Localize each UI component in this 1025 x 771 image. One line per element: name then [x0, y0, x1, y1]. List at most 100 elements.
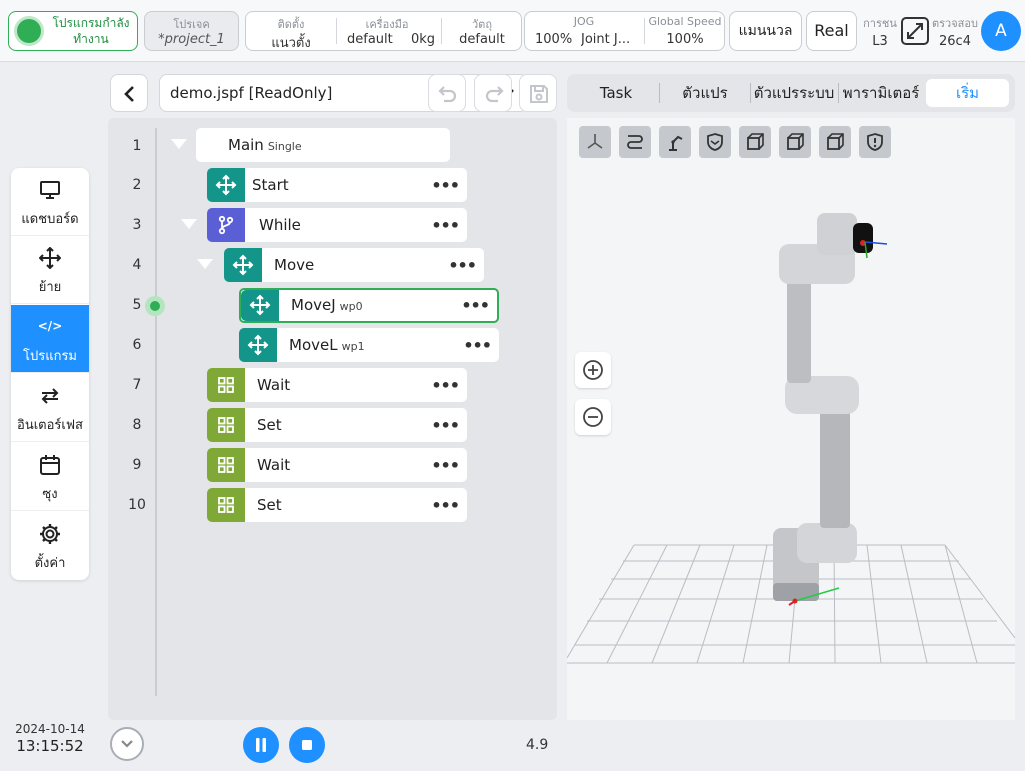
- program-toolbar: demo.jspf [ReadOnly]: [108, 72, 557, 114]
- more-options-icon[interactable]: •••: [431, 496, 460, 515]
- code-icon: </>: [37, 319, 63, 333]
- sidebar-item-label: ย้าย: [38, 280, 62, 295]
- tree-node-set[interactable]: Set •••: [207, 408, 467, 442]
- more-options-icon[interactable]: •••: [431, 416, 460, 435]
- more-options-icon[interactable]: •••: [431, 376, 460, 395]
- more-options-icon[interactable]: •••: [431, 456, 460, 475]
- swap-icon: [41, 388, 59, 404]
- installation-info[interactable]: ติดตั้ง แนวตั้ง: [246, 12, 336, 51]
- more-options-icon[interactable]: •••: [431, 216, 460, 235]
- tree-node-while[interactable]: While •••: [207, 208, 467, 242]
- checksum-label: ตรวจสอบ: [932, 17, 978, 30]
- robot-arm: [773, 213, 888, 606]
- node-title: While: [259, 216, 301, 234]
- scroll-down-button[interactable]: [110, 727, 144, 761]
- tree-node-move[interactable]: Move •••: [224, 248, 484, 282]
- stop-icon: [302, 740, 312, 750]
- collapse-caret-icon[interactable]: [197, 259, 213, 269]
- tab-system-variables[interactable]: ตัวแปรระบบ: [751, 79, 837, 107]
- real-mode-button[interactable]: Real: [806, 11, 857, 51]
- node-title: Wait: [257, 456, 291, 474]
- project-label: โปรเจค: [173, 18, 210, 31]
- grid-icon: [218, 497, 234, 513]
- more-options-icon[interactable]: •••: [463, 336, 492, 355]
- line-number: 8: [132, 417, 142, 433]
- tree-node-wait[interactable]: Wait •••: [207, 448, 467, 482]
- back-button[interactable]: [110, 74, 148, 112]
- collision-level[interactable]: การชน L3: [862, 14, 898, 49]
- expand-icon[interactable]: [901, 17, 929, 45]
- divider: [659, 83, 660, 103]
- project-selector[interactable]: โปรเจค *project_1: [144, 11, 239, 51]
- gear-icon: [40, 524, 60, 544]
- manual-mode-button[interactable]: แมนนวล: [729, 11, 802, 51]
- robot-3d-viewport[interactable]: [567, 118, 1015, 720]
- line-number: 6: [132, 337, 142, 353]
- collapse-caret-icon[interactable]: [181, 219, 197, 229]
- jog-info[interactable]: JOG 100% Joint J...: [525, 12, 643, 50]
- grid-icon: [218, 457, 234, 473]
- sidebar-item-move[interactable]: ย้าย: [11, 236, 89, 304]
- node-title: Wait: [257, 376, 291, 394]
- tab-parameters[interactable]: พารามิเตอร์: [839, 79, 923, 107]
- stop-button[interactable]: [289, 727, 325, 763]
- installation-label: ติดตั้ง: [277, 18, 305, 31]
- redo-icon: [485, 86, 504, 103]
- program-status-indicator[interactable]: โปรแกรมกำลังทำงาน: [8, 11, 138, 51]
- collapse-caret-icon[interactable]: [171, 139, 187, 149]
- program-tree-panel: 1 2 3 4 5 6 7 8 9 10 Main Single Start ••…: [108, 118, 557, 720]
- node-title: MoveL: [289, 336, 338, 354]
- program-file-select[interactable]: demo.jspf [ReadOnly]: [159, 74, 528, 112]
- sidebar-item-dashboard[interactable]: แดชบอร์ด: [11, 168, 89, 236]
- sidebar-item-log[interactable]: ซุง: [11, 443, 89, 511]
- global-speed-info[interactable]: Global Speed 100%: [645, 12, 725, 50]
- node-subtitle: Single: [267, 140, 302, 153]
- user-avatar[interactable]: A: [981, 11, 1021, 51]
- clock: 2024-10-14 13:15:52: [14, 722, 86, 755]
- installation-tool-group[interactable]: ติดตั้ง แนวตั้ง เครื่องมือ default 0kg ว…: [245, 11, 522, 51]
- sidebar-item-program[interactable]: </> โปรแกรม: [11, 305, 89, 373]
- tab-start[interactable]: เริ่ม: [926, 79, 1009, 107]
- more-options-icon[interactable]: •••: [461, 296, 490, 315]
- redo-button[interactable]: [474, 74, 512, 112]
- line-number: 10: [128, 497, 146, 513]
- tree-node-set[interactable]: Set •••: [207, 488, 467, 522]
- sidebar-item-label: ตั้งค่า: [34, 556, 66, 571]
- node-title: Start: [252, 176, 289, 194]
- sidebar-item-interface[interactable]: อินเตอร์เฟส: [11, 374, 89, 442]
- collision-level-value: L3: [872, 34, 888, 49]
- tool-info[interactable]: เครื่องมือ default 0kg: [337, 12, 437, 50]
- tree-node-start[interactable]: Start •••: [207, 168, 467, 202]
- tab-variables[interactable]: ตัวแปร: [661, 79, 749, 107]
- node-icon-box: [207, 448, 245, 482]
- speed-readout: 4.9: [526, 737, 549, 753]
- node-icon-box: [239, 328, 277, 362]
- line-number: 9: [132, 457, 142, 473]
- node-title: Set: [257, 416, 282, 434]
- pause-button[interactable]: [243, 727, 279, 763]
- save-button[interactable]: [519, 74, 557, 112]
- undo-icon: [438, 86, 457, 103]
- node-name: MoveL wp1: [289, 336, 365, 354]
- jog-speed-group[interactable]: JOG 100% Joint J... Global Speed 100%: [524, 11, 725, 51]
- sidebar-item-label: อินเตอร์เฟส: [17, 418, 83, 433]
- node-icon-box: [207, 208, 245, 242]
- tree-node-movel[interactable]: MoveL wp1 •••: [239, 328, 499, 362]
- material-info[interactable]: วัตถุ default: [442, 12, 522, 50]
- undo-button[interactable]: [428, 74, 466, 112]
- line-number: 1: [132, 138, 142, 154]
- sidebar: แดชบอร์ด ย้าย </> โปรแกรม อินเตอร์เฟส ซุ…: [11, 168, 89, 580]
- program-status-text: โปรแกรมกำลังทำงาน: [52, 16, 130, 46]
- tab-task[interactable]: Task: [575, 79, 657, 107]
- sidebar-item-settings[interactable]: ตั้งค่า: [11, 512, 89, 580]
- tree-node-movej[interactable]: MoveJ wp0 •••: [239, 288, 499, 323]
- node-icon-box: [207, 168, 245, 202]
- line-number: 3: [132, 217, 142, 233]
- tool-label: เครื่องมือ: [365, 18, 409, 31]
- more-options-icon[interactable]: •••: [431, 176, 460, 195]
- node-subtitle: wp1: [341, 340, 365, 353]
- more-options-icon[interactable]: •••: [448, 256, 477, 275]
- tree-node-main[interactable]: Main Single: [196, 128, 450, 162]
- tree-node-wait[interactable]: Wait •••: [207, 368, 467, 402]
- global-speed-value: 100%: [666, 32, 704, 47]
